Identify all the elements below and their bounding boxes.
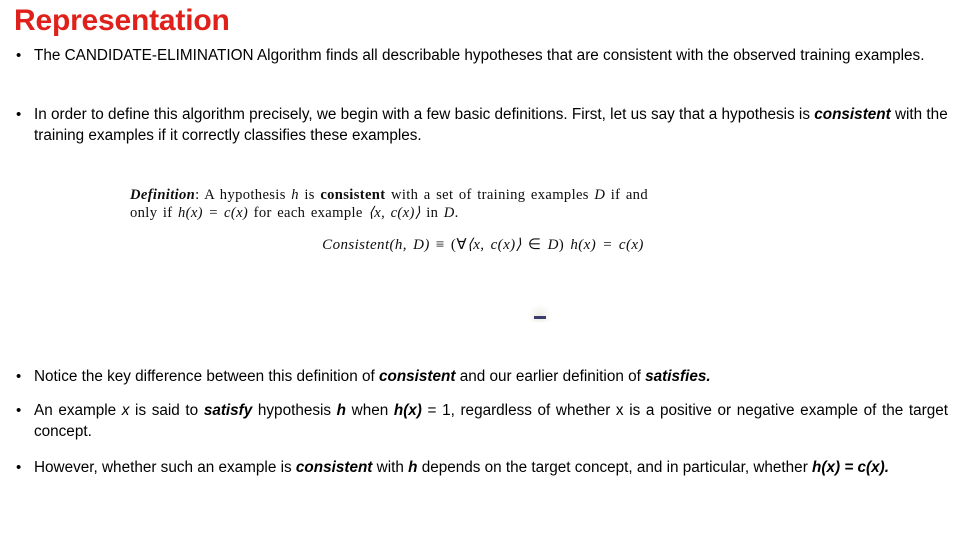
math-var-h: h bbox=[336, 402, 347, 419]
bullet-marker: • bbox=[16, 402, 22, 419]
scan-artifact-dash bbox=[534, 316, 546, 319]
scan-smudge-halo bbox=[528, 304, 552, 322]
list-item: • The CANDIDATE-ELIMINATION Algorithm fi… bbox=[16, 45, 948, 66]
bullet-text-candidate-elimination: The CANDIDATE-ELIMINATION Algorithm find… bbox=[34, 47, 925, 64]
text-run: and our earlier definition of bbox=[455, 368, 646, 385]
emphasis-consistent: consistent bbox=[295, 459, 373, 476]
list-item: • An example x is said to satisfy hypoth… bbox=[16, 400, 948, 442]
text-run: if and bbox=[605, 187, 648, 203]
page-title: Representation bbox=[14, 4, 230, 37]
definition-line-1: Definition: A hypothesis h is consistent… bbox=[130, 186, 810, 204]
text-run: However, whether such an example is bbox=[34, 459, 296, 476]
text-run: . bbox=[454, 205, 459, 221]
formula-args: (h, D) bbox=[389, 237, 430, 253]
math-pair-x-cx: ⟨x, c(x)⟩ bbox=[368, 205, 421, 221]
math-expr-hx: h(x) bbox=[393, 402, 422, 419]
text-run: is said to bbox=[129, 402, 204, 419]
bullet-marker: • bbox=[16, 368, 22, 385]
text-run: in bbox=[420, 205, 444, 221]
math-expr-hx-cx: h(x) = c(x). bbox=[812, 459, 889, 476]
text-run: with bbox=[372, 459, 409, 476]
text-run: with a set of training examples bbox=[385, 187, 595, 203]
formula-name: Consistent bbox=[322, 237, 390, 253]
bullet-marker: • bbox=[16, 106, 22, 123]
definition-formula: Consistent(h, D) ≡ (∀⟨x, c(x)⟩ ∈ D) h(x)… bbox=[130, 235, 810, 254]
definition-line-2: only if h(x) = c(x) for each example ⟨x,… bbox=[130, 204, 810, 222]
emphasis-consistent: consistent bbox=[814, 106, 891, 123]
formula-equivalence-symbol: ≡ bbox=[429, 237, 451, 253]
slide-canvas: Representation • The CANDIDATE-ELIMINATI… bbox=[0, 0, 960, 540]
bullet-text-satisfy-definition: An example x is said to satisfy hypothes… bbox=[34, 400, 948, 442]
math-var-D: D bbox=[443, 205, 455, 221]
text-run: depends on the target concept, and in pa… bbox=[417, 459, 813, 476]
text-run: for each example bbox=[248, 205, 369, 221]
formula-var-D: D bbox=[547, 237, 559, 253]
text-run: hypothesis bbox=[252, 402, 337, 419]
text-run: when bbox=[346, 402, 394, 419]
text-run: In order to define this algorithm precis… bbox=[34, 106, 815, 123]
bullet-text-define-algorithm: In order to define this algorithm precis… bbox=[34, 104, 948, 146]
bullet-marker: • bbox=[16, 459, 22, 476]
math-var-D: D bbox=[594, 187, 606, 203]
formula-pair: ⟨x, c(x)⟩ bbox=[467, 237, 522, 253]
definition-figure-image: Definition: A hypothesis h is consistent… bbox=[130, 186, 810, 256]
bullet-text-consistent-depends: However, whether such an example is cons… bbox=[34, 457, 948, 478]
text-run: An example bbox=[34, 402, 122, 419]
forall-symbol: ∀ bbox=[456, 237, 467, 253]
math-expr-hx-cx: h(x) = c(x) bbox=[177, 205, 249, 221]
definition-keyword-consistent: consistent bbox=[320, 187, 386, 203]
emphasis-satisfies: satisfies. bbox=[645, 368, 711, 385]
emphasis-satisfy: satisfy bbox=[203, 402, 253, 419]
math-var-h: h bbox=[291, 187, 299, 203]
formula-tail: h(x) = c(x) bbox=[570, 237, 644, 253]
text-run: only if bbox=[130, 205, 178, 221]
bullet-text-key-difference: Notice the key difference between this d… bbox=[34, 366, 948, 387]
element-of-symbol: ∈ bbox=[521, 237, 548, 253]
text-run: is bbox=[298, 187, 321, 203]
list-item: • However, whether such an example is co… bbox=[16, 457, 948, 478]
text-run: Notice the key difference between this d… bbox=[34, 368, 379, 385]
list-item: • Notice the key difference between this… bbox=[16, 366, 948, 387]
emphasis-consistent: consistent bbox=[378, 368, 456, 385]
definition-label: Definition bbox=[130, 187, 196, 203]
bullet-marker: • bbox=[16, 47, 22, 64]
list-item: • In order to define this algorithm prec… bbox=[16, 104, 948, 146]
text-run: A hypothesis bbox=[199, 187, 292, 203]
text-run: ) bbox=[558, 237, 571, 253]
